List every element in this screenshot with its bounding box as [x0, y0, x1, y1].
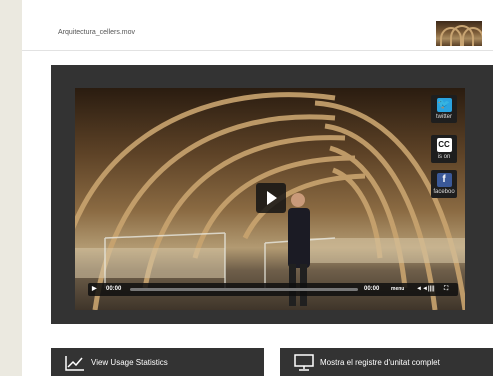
twitter-icon: 🐦	[436, 98, 452, 112]
usage-stats-label: View Usage Statistics	[91, 358, 168, 367]
cc-icon: CC	[436, 138, 452, 152]
play-pause-icon[interactable]: ▶	[92, 286, 97, 293]
full-record-label: Mostra el registre d'unitat complet	[320, 358, 440, 367]
duration: 00:00	[364, 286, 380, 292]
video-thumbnail[interactable]	[436, 21, 482, 46]
monitor-icon	[294, 354, 314, 371]
closed-captions-toggle[interactable]: CC is on	[431, 135, 457, 163]
fullscreen-icon[interactable]: ⛶	[444, 286, 448, 293]
file-row: Arquitectura_cellers.mov	[22, 10, 493, 51]
view-usage-statistics-button[interactable]: View Usage Statistics	[51, 348, 264, 376]
menu-button[interactable]: menu	[391, 286, 404, 293]
facebook-label: faceboo	[433, 189, 455, 195]
file-name[interactable]: Arquitectura_cellers.mov	[58, 29, 135, 36]
play-button[interactable]	[256, 183, 286, 213]
video-controls: ▶ 00:00 00:00 menu ◄◄|||| ⛶	[88, 283, 458, 296]
facebook-icon: f	[436, 173, 452, 187]
seek-bar[interactable]	[130, 288, 358, 291]
twitter-share[interactable]: 🐦 twitter	[431, 95, 457, 123]
current-time: 00:00	[106, 286, 122, 292]
facebook-share[interactable]: f faceboo	[431, 170, 457, 198]
twitter-label: twitter	[435, 114, 452, 120]
chart-icon	[65, 356, 84, 371]
cc-status-label: is on	[437, 154, 451, 160]
left-margin	[0, 0, 22, 376]
volume-icon[interactable]: ◄◄||||	[416, 286, 435, 293]
full-record-button[interactable]: Mostra el registre d'unitat complet	[280, 348, 493, 376]
